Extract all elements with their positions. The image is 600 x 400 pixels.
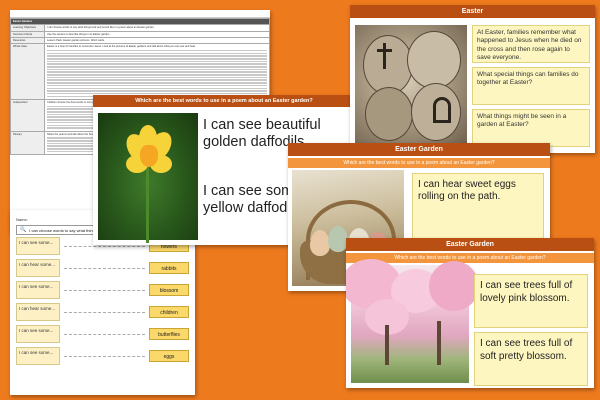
text-lines [47, 49, 267, 98]
answer-line[interactable] [64, 245, 145, 247]
slide-title: Easter Garden [346, 238, 594, 251]
row-label: Plenary [10, 130, 45, 156]
prompt-box: I can see some... [16, 237, 60, 255]
easter-stones-image [355, 25, 467, 147]
answer-line-1: I can see beautiful [203, 117, 321, 133]
blossom-trees-image [346, 259, 479, 383]
prompt-box: I can see some... [16, 347, 60, 365]
row-label: Whole class [10, 43, 45, 101]
question-band: Which are the best words to use in a poe… [93, 95, 355, 107]
slide-title: Easter Garden [288, 143, 550, 156]
question-box: What things might be seen in a garden at… [472, 109, 590, 147]
row-text-content: Easter is a time for families to remembe… [47, 45, 196, 49]
answer-line[interactable] [64, 289, 145, 291]
row-text-content: Use the senses to describe things in an … [47, 32, 111, 36]
prompt-box: I can hear some... [16, 303, 60, 321]
answer-box-1: I can see trees full of lovely pink blos… [474, 274, 588, 328]
word-card: rabbits [149, 262, 189, 274]
row-text-content: I can choose words to say what things lo… [47, 26, 155, 30]
word-card: children [149, 306, 189, 318]
slide-easter-garden-blossom: Easter Garden Which are the best words t… [346, 238, 594, 388]
worksheet-rows: I can see some... flowers I can hear som… [10, 237, 195, 365]
magnifier-icon: 🔍 [20, 227, 27, 233]
list-item: I can hear some... children [16, 303, 189, 321]
answer-line[interactable] [64, 333, 145, 335]
row-text-content: Lesson Pack. Easter garden pictures. Wor… [47, 39, 105, 43]
word-card: eggs [149, 350, 189, 362]
doc-header [10, 10, 270, 18]
prompt-box: I can see some... [16, 325, 60, 343]
answer-line[interactable] [64, 355, 145, 357]
prompt-box: I can hear some... [16, 259, 60, 277]
row-text: Easter is a time for families to remembe… [44, 43, 270, 101]
word-card: blossom [149, 284, 189, 296]
answer-box-2: I can see trees full of soft pretty blos… [474, 332, 588, 386]
info-box: At Easter, families remember what happen… [472, 25, 590, 63]
name-label: Name: [16, 217, 28, 222]
row-label: Independent [10, 99, 45, 132]
list-item: I can see some... blossom [16, 281, 189, 299]
slide-title: Easter [350, 5, 595, 18]
answer-line[interactable] [64, 311, 145, 313]
word-card: butterflies [149, 328, 189, 340]
question-band: Which are the best words to use in a poe… [288, 158, 550, 168]
question-box: What special things can families do toge… [472, 67, 590, 105]
list-item: I can hear some... rabbits [16, 259, 189, 277]
slide-easter: Easter At Easter, families remember what… [350, 5, 595, 153]
table-row: Whole class Easter is a time for familie… [10, 43, 270, 101]
prompt-box: I can see some... [16, 281, 60, 299]
list-item: I can see some... eggs [16, 347, 189, 365]
daffodil-image [98, 113, 198, 243]
list-item: I can see some... butterflies [16, 325, 189, 343]
answer-line[interactable] [64, 267, 145, 269]
